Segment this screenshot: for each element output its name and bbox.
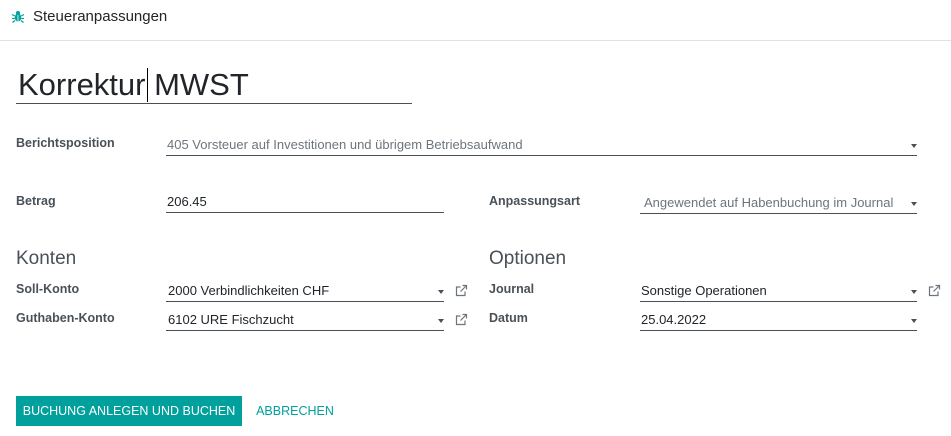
external-link-icon[interactable] bbox=[455, 313, 468, 326]
adjustment-type-label: Anpassungsart bbox=[489, 194, 580, 208]
chevron-down-icon[interactable] bbox=[911, 202, 917, 206]
debit-account-value: 2000 Verbindlichkeiten CHF bbox=[168, 283, 330, 298]
dialog-header: Steueranpassungen bbox=[0, 0, 951, 41]
options-section-title: Optionen bbox=[489, 248, 567, 269]
adjustment-type-value: Angewendet auf Habenbuchung im Journal bbox=[644, 195, 894, 210]
report-line-select[interactable]: 405 Vorsteuer auf Investitionen und übri… bbox=[166, 134, 917, 156]
date-input[interactable]: 25.04.2022 bbox=[640, 309, 917, 331]
credit-account-select[interactable]: 6102 URE Fischzucht bbox=[166, 309, 444, 331]
amount-input[interactable]: 206.45 bbox=[166, 191, 444, 213]
amount-label: Betrag bbox=[16, 194, 56, 208]
chevron-down-icon[interactable] bbox=[911, 144, 917, 148]
external-link-icon[interactable] bbox=[928, 284, 941, 297]
bug-icon bbox=[11, 11, 25, 23]
journal-select[interactable]: Sonstige Operationen bbox=[640, 280, 917, 302]
text-caret bbox=[147, 68, 148, 102]
credit-account-label: Guthaben-Konto bbox=[16, 311, 115, 325]
name-input[interactable]: Korrektur MWST bbox=[16, 64, 412, 104]
report-line-label: Berichtsposition bbox=[16, 136, 115, 150]
credit-account-value: 6102 URE Fischzucht bbox=[168, 312, 294, 327]
chevron-down-icon[interactable] bbox=[438, 319, 444, 323]
debit-account-select[interactable]: 2000 Verbindlichkeiten CHF bbox=[166, 280, 444, 302]
name-input-value: Korrektur MWST bbox=[18, 67, 249, 102]
chevron-down-icon[interactable] bbox=[438, 290, 444, 294]
external-link-icon[interactable] bbox=[455, 284, 468, 297]
amount-value: 206.45 bbox=[167, 194, 207, 209]
cancel-button[interactable]: ABBRECHEN bbox=[250, 396, 340, 426]
chevron-down-icon[interactable] bbox=[911, 319, 917, 323]
journal-value: Sonstige Operationen bbox=[641, 283, 767, 298]
report-line-value: 405 Vorsteuer auf Investitionen und übri… bbox=[167, 137, 523, 152]
dialog-title: Steueranpassungen bbox=[33, 8, 168, 25]
date-value: 25.04.2022 bbox=[641, 312, 707, 327]
chevron-down-icon[interactable] bbox=[911, 290, 917, 294]
adjustment-type-select[interactable]: Angewendet auf Habenbuchung im Journal bbox=[640, 192, 917, 214]
accounts-section-title: Konten bbox=[16, 248, 77, 269]
create-and-post-button[interactable]: BUCHUNG ANLEGEN UND BUCHEN bbox=[16, 396, 242, 426]
debit-account-label: Soll-Konto bbox=[16, 282, 80, 296]
date-label: Datum bbox=[489, 311, 528, 325]
journal-label: Journal bbox=[489, 282, 535, 296]
